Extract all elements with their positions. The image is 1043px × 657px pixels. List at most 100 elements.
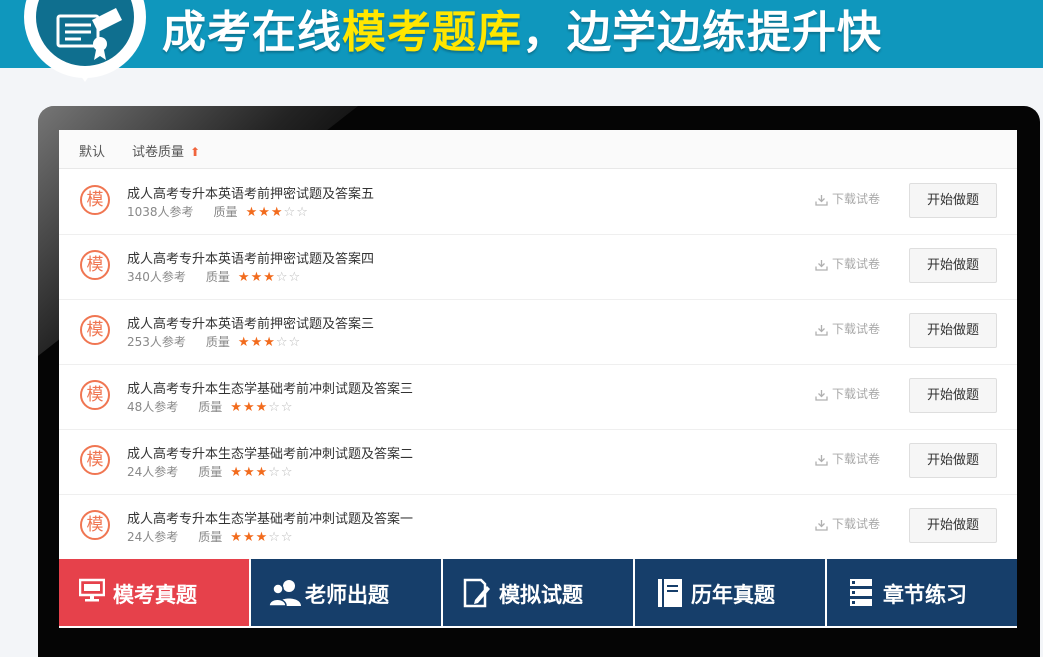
start-exam-button[interactable]: 开始做题 — [909, 378, 997, 413]
mock-badge-icon: 模 — [80, 510, 110, 540]
star-filled-icon: ★ — [237, 270, 251, 285]
tab-3[interactable]: 模拟试题 — [443, 559, 633, 626]
star-empty-icon: ☆ — [268, 465, 281, 480]
sort-default[interactable]: 默认 — [79, 141, 105, 160]
exam-meta: 253人参考 质量 ★★★☆☆ — [127, 333, 301, 350]
download-button[interactable]: 下载试卷 — [815, 190, 880, 207]
header-banner: 成考在线模考题库，边学边练提升快 — [0, 0, 1043, 82]
download-label: 下载试卷 — [832, 452, 881, 466]
participant-count: 24人参考 — [127, 465, 179, 479]
exam-meta: 24人参考 质量 ★★★☆☆ — [127, 463, 294, 480]
star-filled-icon: ★ — [237, 335, 251, 350]
table-row: 模成人高考专升本生态学基础考前冲刺试题及答案三 48人参考 质量 ★★★☆☆ 下载试卷开… — [59, 364, 1017, 430]
start-exam-button[interactable]: 开始做题 — [909, 508, 997, 543]
start-exam-button[interactable]: 开始做题 — [909, 443, 997, 478]
table-row: 模成人高考专升本英语考前押密试题及答案三 253人参考 质量 ★★★☆☆ 下载试卷 开始做… — [59, 299, 1017, 365]
tab-bar: 模考真题 老师出题 模拟试题 历年真题 章节练习 — [59, 559, 1017, 626]
download-button[interactable]: 下载试卷 — [815, 385, 880, 402]
quality-label: 质量 — [198, 400, 223, 414]
quality-stars: ★★★☆☆ — [230, 400, 293, 415]
tab-label: 模拟试题 — [499, 583, 583, 607]
tab-4[interactable]: 历年真题 — [635, 559, 825, 626]
download-icon — [815, 387, 832, 401]
star-filled-icon: ★ — [263, 270, 276, 285]
download-button[interactable]: 下载试卷 — [815, 450, 880, 467]
mock-badge-icon: 模 — [80, 250, 110, 280]
quality-label: 质量 — [213, 205, 238, 219]
download-button[interactable]: 下载试卷 — [815, 255, 880, 272]
exam-meta: 340人参考 质量 ★★★☆☆ — [127, 268, 301, 285]
tab-1[interactable]: 模考真题 — [59, 559, 249, 626]
star-empty-icon: ☆ — [275, 270, 289, 285]
star-filled-icon: ★ — [250, 335, 264, 350]
exam-meta: 1038人参考 质量 ★★★☆☆ — [127, 203, 309, 220]
download-button[interactable]: 下载试卷 — [815, 320, 880, 337]
star-empty-icon: ☆ — [275, 335, 289, 350]
laptop-frame: 默认 试卷质量 ⬆ 模成人高考专升本英语考前押密试题及答案五 1038人参考 质量 ★★… — [38, 106, 1040, 657]
exam-title[interactable]: 成人高考专升本英语考前押密试题及答案五 — [127, 183, 374, 202]
star-empty-icon: ☆ — [283, 205, 297, 220]
download-label: 下载试卷 — [832, 517, 881, 531]
tab-2[interactable]: 老师出题 — [251, 559, 441, 626]
sort-quality[interactable]: 试卷质量 ⬆ — [132, 141, 200, 160]
start-exam-button[interactable]: 开始做题 — [909, 313, 997, 348]
exam-title[interactable]: 成人高考专升本英语考前押密试题及答案四 — [127, 248, 374, 267]
star-filled-icon: ★ — [255, 465, 269, 480]
quality-stars: ★★★☆☆ — [230, 465, 293, 480]
banner-title-highlight: 模考题库 — [342, 7, 522, 58]
star-filled-icon: ★ — [255, 400, 269, 415]
quality-label: 质量 — [205, 335, 230, 349]
download-label: 下载试卷 — [832, 192, 881, 206]
star-filled-icon: ★ — [242, 530, 256, 545]
logo-badge — [24, 0, 146, 82]
download-label: 下载试卷 — [832, 322, 881, 336]
download-label: 下载试卷 — [832, 257, 881, 271]
tab-label: 章节练习 — [883, 583, 967, 607]
start-exam-button[interactable]: 开始做题 — [909, 248, 997, 283]
star-empty-icon: ☆ — [280, 465, 294, 480]
table-row: 模成人高考专升本英语考前押密试题及答案五 1038人参考 质量 ★★★☆☆ 下载试卷 开始… — [59, 169, 1017, 235]
participant-count: 24人参考 — [127, 530, 179, 544]
exam-title[interactable]: 成人高考专升本生态学基础考前冲刺试题及答案二 — [127, 443, 413, 462]
star-filled-icon: ★ — [230, 530, 243, 545]
star-empty-icon: ☆ — [268, 400, 281, 415]
download-icon — [815, 257, 832, 271]
participant-count: 1038人参考 — [127, 205, 194, 219]
mock-badge-icon: 模 — [80, 445, 110, 475]
tab-5[interactable]: 章节练习 — [827, 559, 1017, 626]
star-empty-icon: ☆ — [280, 530, 294, 545]
quality-label: 质量 — [198, 530, 223, 544]
participant-count: 48人参考 — [127, 400, 179, 414]
tab-label: 模考真题 — [113, 583, 197, 607]
quality-stars: ★★★☆☆ — [238, 335, 301, 350]
monitor-icon — [78, 578, 106, 607]
star-filled-icon: ★ — [258, 205, 271, 220]
download-button[interactable]: 下载试卷 — [815, 515, 880, 532]
document-edit-icon — [463, 578, 491, 613]
exam-title[interactable]: 成人高考专升本生态学基础考前冲刺试题及答案三 — [127, 378, 413, 397]
exam-title[interactable]: 成人高考专升本英语考前押密试题及答案三 — [127, 313, 374, 332]
users-icon — [268, 578, 301, 611]
screen: 默认 试卷质量 ⬆ 模成人高考专升本英语考前押密试题及答案五 1038人参考 质量 ★★… — [59, 130, 1017, 628]
certificate-icon — [36, 0, 134, 66]
exam-title[interactable]: 成人高考专升本生态学基础考前冲刺试题及答案一 — [127, 508, 413, 527]
star-empty-icon: ☆ — [280, 400, 294, 415]
mock-badge-icon: 模 — [80, 380, 110, 410]
book-icon — [657, 578, 683, 613]
table-row: 模成人高考专升本生态学基础考前冲刺试题及答案二 24人参考 质量 ★★★☆☆ 下载试卷开… — [59, 429, 1017, 495]
quality-stars: ★★★☆☆ — [238, 270, 301, 285]
star-filled-icon: ★ — [230, 400, 243, 415]
start-exam-button[interactable]: 开始做题 — [909, 183, 997, 218]
download-icon — [815, 517, 832, 531]
mock-badge-icon: 模 — [80, 185, 110, 215]
star-filled-icon: ★ — [263, 335, 276, 350]
arrow-up-icon: ⬆ — [190, 145, 201, 159]
tab-label: 老师出题 — [305, 583, 389, 607]
exam-meta: 24人参考 质量 ★★★☆☆ — [127, 528, 294, 545]
banner-title: 成考在线模考题库，边学边练提升快 — [162, 4, 882, 62]
download-icon — [815, 192, 832, 206]
participant-count: 340人参考 — [127, 270, 186, 284]
star-filled-icon: ★ — [230, 465, 243, 480]
sort-quality-label: 试卷质量 — [132, 145, 185, 160]
star-filled-icon: ★ — [270, 205, 284, 220]
